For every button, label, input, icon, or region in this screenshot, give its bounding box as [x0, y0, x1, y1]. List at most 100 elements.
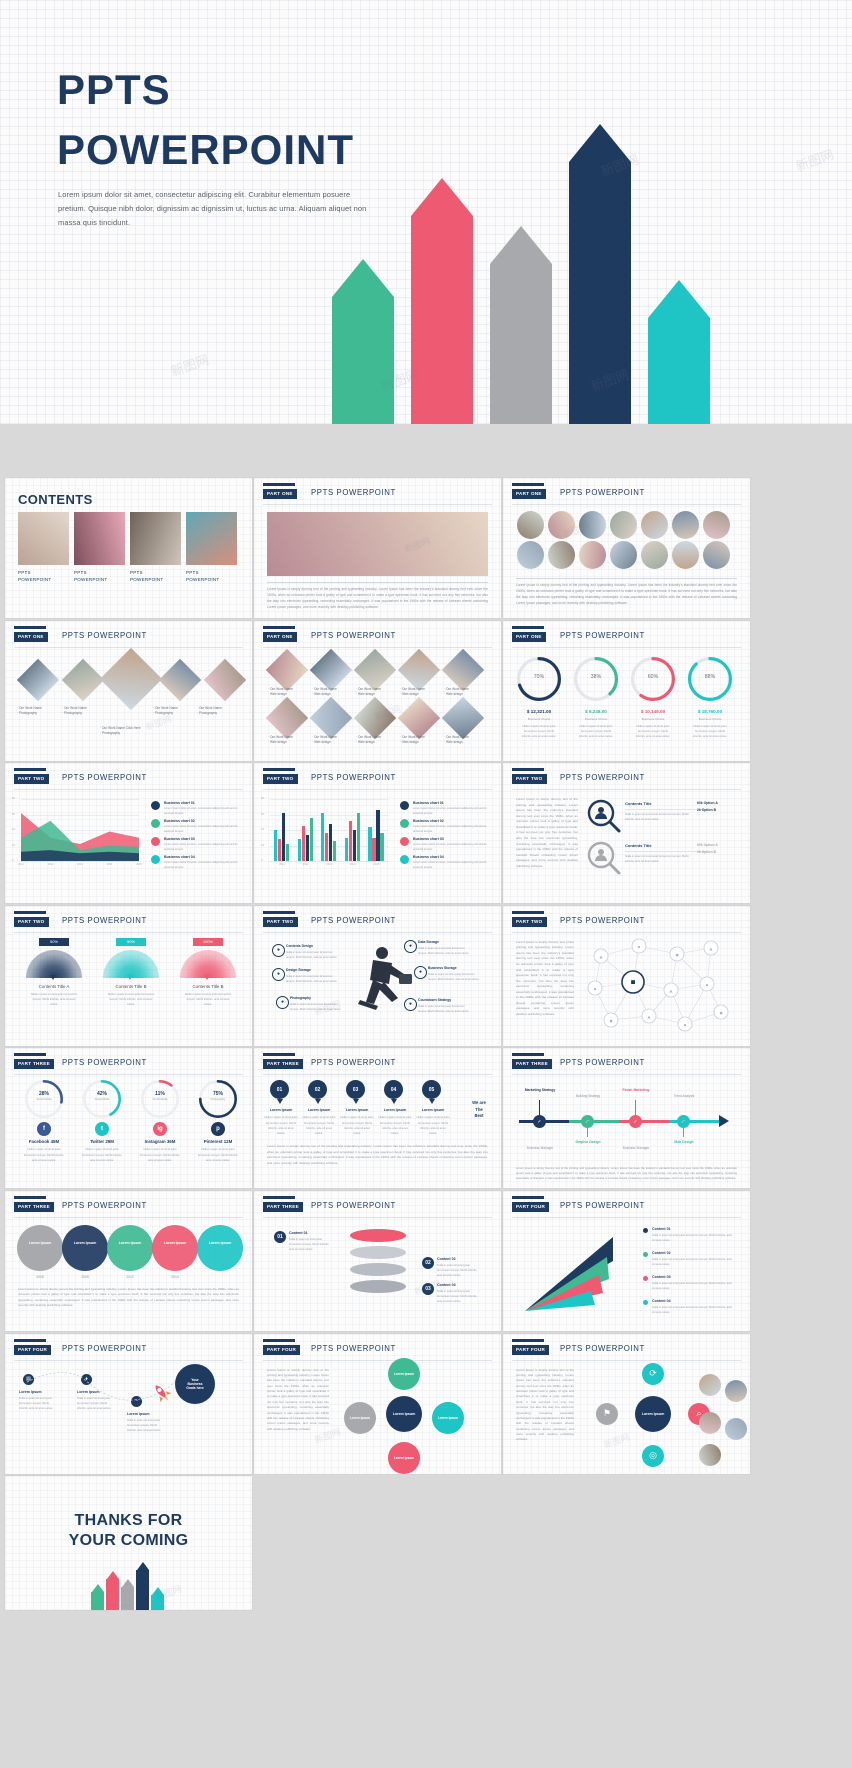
slide-rocket-path[interactable]: PART FOUR PPTS POWERPOINT ▤ Lorem Ipsum Null… [5, 1333, 252, 1474]
caption-category: · Web design [400, 740, 419, 745]
portfolio-caption[interactable]: · Our Work Name · Web design [400, 735, 444, 746]
svg-text:●: ● [705, 982, 708, 988]
contents-caption[interactable]: PPTS POWERPOINT [74, 570, 125, 584]
portfolio-caption[interactable]: · Our Work Name · Web design [268, 687, 312, 698]
contents-thumbnail[interactable] [74, 512, 125, 565]
hexagon-node[interactable]: Lorem Ipsum [432, 1401, 464, 1434]
gauge-title: Contents Title B [192, 983, 224, 989]
slide-hexagon[interactable]: PART FOUR PPTS POWERPOINT Lorem Ipsum is s… [254, 1333, 501, 1474]
header-title: PPTS POWERPOINT [62, 773, 147, 783]
cylinder-disc [350, 1263, 406, 1276]
timeline-circle[interactable] [197, 1225, 243, 1271]
social-network-label: Pinterest 12M [203, 1139, 233, 1145]
portfolio-caption[interactable]: · Our Work Name · Web design [268, 735, 312, 746]
step-title: Lorem Ipsum [345, 1108, 369, 1113]
contents-caption[interactable]: PPTS POWERPOINT [186, 570, 237, 584]
timeline-circle[interactable] [107, 1225, 153, 1271]
timeline-circle[interactable] [17, 1225, 63, 1271]
slide-circle-timeline[interactable]: PART THREE PPTS POWERPOINT Lorem Ipsum 2008… [5, 1191, 252, 1331]
timeline-stem [683, 1121, 684, 1138]
contents-caption[interactable]: PPTS POWERPOINT [18, 570, 69, 584]
cylinder-disc [350, 1280, 406, 1293]
slide-diamond-portfolio-b[interactable]: PART ONE PPTS POWERPOINT · Our Work Name · … [254, 620, 501, 761]
header-title: PPTS POWERPOINT [62, 630, 147, 640]
slide-semi-gauges[interactable]: PART TWO PPTS POWERPOINT 50% Contents Title… [5, 905, 252, 1046]
portfolio-caption[interactable]: · Our Work Name · Web design [312, 735, 356, 746]
slide-fan-chart[interactable]: PART FOUR PPTS POWERPOINT Content 01 Nulla… [503, 1191, 750, 1331]
slide-business-photo[interactable]: PART ONE PPTS POWERPOINT Lorem Ipsum is si… [254, 478, 501, 618]
social-desc: Nulla in quam sit amet justo fermentum t… [139, 1148, 181, 1162]
social-sublabel: Social Media [94, 1098, 110, 1102]
caption-category: · Web design [356, 740, 375, 745]
slide-cylinder[interactable]: PART THREE PPTS POWERPOINT 01 Content 01 Nul… [254, 1191, 501, 1331]
timeline-bottom-label: Business Manager [622, 1146, 650, 1151]
slide-thanks[interactable]: THANKS FORYOUR COMING新图网 [5, 1476, 252, 1611]
hub-center[interactable]: Lorem Ipsum [635, 1395, 671, 1432]
step-pointer [276, 1099, 283, 1105]
slide-contents[interactable]: CONTENTS PPTS POWERPOINT PPTS POWERPOINT PPTS… [5, 478, 252, 618]
caption-category: · Web design [444, 692, 463, 697]
svg-text:■: ■ [675, 952, 678, 958]
goal-bubble[interactable]: Your Business Goals here [175, 1363, 215, 1404]
contents-caption[interactable]: PPTS POWERPOINT [130, 570, 181, 584]
slide-runner[interactable]: PART TWO PPTS POWERPOINT ● Contents Design N… [254, 905, 501, 1046]
hexagon-node[interactable]: Lorem Ipsum [344, 1401, 376, 1434]
portfolio-caption[interactable]: · Our Work Name · Web design [312, 687, 356, 698]
contents-thumbnail[interactable] [130, 512, 181, 565]
slide-steps[interactable]: PART THREE PPTS POWERPOINT 01 Lorem Ipsum Nu… [254, 1048, 501, 1189]
donut-desc: Nulla in quam sit amet justo fermentum t… [692, 724, 728, 738]
runner-item-desc: Nulla in quam sit amet justo fermentum t… [418, 1004, 470, 1013]
contents-thumbnail[interactable] [186, 512, 237, 565]
header-rule [512, 931, 741, 933]
header-title: PPTS POWERPOINT [560, 1343, 645, 1353]
svg-text:▲: ▲ [599, 954, 604, 960]
timeline-circle[interactable] [152, 1225, 198, 1271]
hero-arrow-5 [648, 280, 710, 424]
hexagon-node[interactable]: Lorem Ipsum [388, 1357, 420, 1390]
portfolio-caption[interactable]: · Our Work Name · Web design [356, 687, 400, 698]
hub-icon-node[interactable]: ◎ [642, 1444, 664, 1467]
portfolio-caption[interactable]: · Our Work Name · Web design [444, 735, 488, 746]
portfolio-caption[interactable]: · Our Work Name · Web design [400, 687, 444, 698]
gauge-pointer [204, 974, 210, 980]
portfolio-caption[interactable]: · Our Work Name · Photography [62, 706, 108, 717]
portfolio-caption[interactable]: · Our Work Name · Photography [153, 706, 199, 717]
slide-donut-stats[interactable]: PART ONE PPTS POWERPOINT 70% $ 12,321.00 Bu… [503, 620, 750, 761]
slide-diamond-portfolio-a[interactable]: PART ONE PPTS POWERPOINT · Our Work Name · … [5, 620, 252, 761]
contents-thumbnails [18, 512, 237, 565]
header-rule [512, 646, 741, 648]
portfolio-caption[interactable]: · Our Work Name · Photography [17, 706, 63, 717]
magnifier-desc: Nulla in quam sit amet justo fermentum t… [625, 855, 689, 864]
slide-header: PART TWO PPTS POWERPOINT [263, 768, 492, 791]
slide-social-stats[interactable]: PART THREE PPTS POWERPOINT 28% Social Medi… [5, 1048, 252, 1189]
slide-bar-chart[interactable]: PART TWO PPTS POWERPOINT 80 60 40 20 0 2011 2012… [254, 763, 501, 904]
camera-icon: ● [276, 995, 289, 1009]
portfolio-caption[interactable]: · Our Work Name · Web design [444, 687, 488, 698]
slide-timeline[interactable]: PART THREE PPTS POWERPOINT ✓ Marketing Stra… [503, 1048, 750, 1189]
slide-area-chart[interactable]: PART TWO PPTS POWERPOINT 80 60 40 20 0 2011 2012… [5, 763, 252, 904]
slide-circle-gallery[interactable]: PART ONE PPTS POWERPOINT Lorem Ipsum is si… [503, 478, 750, 618]
portfolio-caption[interactable]: · Our Work Name · Photography [197, 706, 243, 717]
magnifier-group [587, 799, 621, 838]
slide-header: PART FOUR PPTS POWERPOINT [263, 1338, 492, 1361]
social-sublabel: Social Media [152, 1098, 168, 1102]
header-accent-bar [512, 1338, 544, 1342]
hub-icon-node[interactable]: ⚑ [596, 1402, 618, 1425]
hexagon-node[interactable]: Lorem Ipsum [388, 1441, 420, 1474]
timeline-circle[interactable] [62, 1225, 108, 1271]
cylinder-number[interactable]: 03 [422, 1283, 434, 1295]
portfolio-caption[interactable]: · Our Work Name · Web design [356, 735, 400, 746]
hub-icon-node[interactable]: ⟳ [642, 1362, 664, 1385]
slide-magnifier[interactable]: PART TWO PPTS POWERPOINT Lorem Ipsum is si… [503, 763, 750, 904]
hexagon-center[interactable]: Lorem Ipsum [386, 1395, 422, 1432]
hero-arrow-2 [411, 178, 473, 424]
arrow-head [91, 1583, 104, 1592]
bar-column [352, 830, 356, 862]
portfolio-caption[interactable]: · Our Work Name Click Here · Photography [100, 726, 146, 737]
slide-network[interactable]: PART TWO PPTS POWERPOINT Lorem Ipsum is si… [503, 905, 750, 1046]
cylinder-number[interactable]: 01 [274, 1231, 286, 1243]
cylinder-number[interactable]: 02 [422, 1257, 434, 1269]
slide-photo-hub[interactable]: PART FOUR PPTS POWERPOINT Lorem Ipsum is s… [503, 1333, 750, 1474]
contents-thumbnail[interactable] [18, 512, 69, 565]
header-accent-bar [512, 910, 544, 914]
